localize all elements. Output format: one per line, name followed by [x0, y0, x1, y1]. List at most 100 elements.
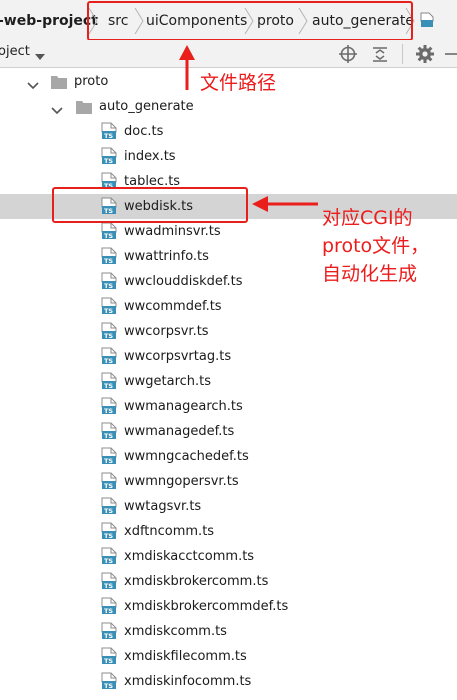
- tree-file-label: wwcorpsvrtag.ts: [124, 349, 232, 364]
- typescript-badge: TS: [104, 307, 113, 315]
- tree-file-item[interactable]: TS wwmanagedef.ts: [0, 419, 457, 444]
- path-annotation-text: 文件路径: [200, 72, 277, 94]
- typescript-file-icon: TS: [101, 222, 117, 240]
- tree-file-label: wwmngcachedef.ts: [124, 449, 249, 464]
- typescript-file-icon: TS: [101, 572, 117, 590]
- tree-file-label: xmdiskinfocomm.ts: [124, 674, 252, 689]
- typescript-file-icon: TS: [101, 347, 117, 365]
- tree-file-item[interactable]: TS xmdiskbrokercommdef.ts: [0, 594, 457, 619]
- file-annotation-line-1: 对应CGI的: [322, 207, 413, 229]
- typescript-file-icon: TS: [101, 447, 117, 465]
- typescript-badge: TS: [104, 632, 113, 640]
- typescript-badge: TS: [104, 557, 113, 565]
- typescript-file-icon: TS: [101, 497, 117, 515]
- tree-file-label: xmdiskbrokercomm.ts: [124, 574, 269, 589]
- tree-file-item[interactable]: TS xmdiskinfocomm.ts: [0, 669, 457, 694]
- tree-file-item[interactable]: TS xdftncomm.ts: [0, 519, 457, 544]
- typescript-badge: TS: [104, 382, 113, 390]
- typescript-file-icon: TS: [101, 597, 117, 615]
- tree-folder-label: proto: [74, 74, 109, 89]
- typescript-badge: TS: [104, 532, 113, 540]
- typescript-badge: TS: [104, 357, 113, 365]
- tree-file-item[interactable]: TS wwtagsvr.ts: [0, 494, 457, 519]
- typescript-badge: TS: [104, 682, 113, 690]
- typescript-badge: TS: [104, 132, 113, 140]
- expanded-arrow-icon[interactable]: [51, 101, 63, 115]
- file-annotation-line-2: proto文件，: [322, 235, 430, 257]
- typescript-file-icon: TS: [101, 147, 117, 165]
- typescript-file-icon: TS: [101, 422, 117, 440]
- typescript-file-icon: TS: [101, 647, 117, 665]
- tree-file-item[interactable]: TS wwmngopersvr.ts: [0, 469, 457, 494]
- tree-file-item[interactable]: TS xmdiskfilecomm.ts: [0, 644, 457, 669]
- typescript-file-icon[interactable]: [420, 12, 434, 28]
- tree-file-label: wwtagsvr.ts: [124, 499, 202, 514]
- tree-file-item[interactable]: TS wwcorpsvrtag.ts: [0, 344, 457, 369]
- tree-file-label: wwmanagedef.ts: [124, 424, 235, 439]
- tree-folder-label: auto_generate: [99, 99, 194, 114]
- folder-icon: [51, 74, 67, 89]
- typescript-file-icon: TS: [101, 297, 117, 315]
- file-annotation-arrow: [252, 196, 318, 212]
- tree-file-label: wwattrinfo.ts: [124, 249, 209, 264]
- typescript-badge: TS: [104, 407, 113, 415]
- selected-file-highlight-box: [52, 187, 248, 223]
- typescript-file-icon: TS: [101, 272, 117, 290]
- tree-file-label: wwmanagearch.ts: [124, 399, 243, 414]
- tree-file-label: wwcommdef.ts: [124, 299, 222, 314]
- project-view-label[interactable]: oject: [0, 44, 30, 59]
- tree-file-item[interactable]: TS xmdiskbrokercomm.ts: [0, 569, 457, 594]
- gear-icon[interactable]: [415, 44, 435, 64]
- breadcrumb-project[interactable]: -web-project: [0, 12, 98, 30]
- tree-file-item[interactable]: TS wwmngcachedef.ts: [0, 444, 457, 469]
- typescript-badge: TS: [104, 582, 113, 590]
- typescript-file-icon: TS: [101, 122, 117, 140]
- typescript-badge: TS: [104, 482, 113, 490]
- typescript-file-icon: TS: [101, 397, 117, 415]
- hide-icon[interactable]: [443, 44, 457, 64]
- tree-file-item[interactable]: TS xmdiskacctcomm.ts: [0, 544, 457, 569]
- toolbar-divider: [402, 44, 403, 64]
- project-toolbar: oject: [0, 40, 457, 68]
- tree-folder-auto-generate[interactable]: auto_generate: [0, 94, 457, 119]
- typescript-badge: TS: [104, 607, 113, 615]
- folder-icon: [76, 99, 92, 114]
- typescript-file-icon: TS: [101, 622, 117, 640]
- tree-file-label: xmdiskbrokercommdef.ts: [124, 599, 289, 614]
- tree-file-label: wwmngopersvr.ts: [124, 474, 239, 489]
- target-icon[interactable]: [338, 44, 358, 64]
- typescript-badge: TS: [104, 157, 113, 165]
- project-tree[interactable]: proto auto_generate TS doc.ts TS index.ts TS…: [0, 68, 457, 700]
- chevron-down-icon[interactable]: [34, 47, 54, 67]
- typescript-badge: TS: [104, 507, 113, 515]
- tree-file-label: wwgetarch.ts: [124, 374, 212, 389]
- tree-file-item[interactable]: TS wwcorpsvr.ts: [0, 319, 457, 344]
- typescript-file-icon: TS: [101, 547, 117, 565]
- tree-file-label: xmdiskcomm.ts: [124, 624, 227, 639]
- tree-file-label: wwcorpsvr.ts: [124, 324, 209, 339]
- expanded-arrow-icon[interactable]: [27, 76, 39, 90]
- tree-file-item[interactable]: TS doc.ts: [0, 119, 457, 144]
- tree-file-label: xmdiskfilecomm.ts: [124, 649, 247, 664]
- tree-file-item[interactable]: TS wwcommdef.ts: [0, 294, 457, 319]
- path-annotation-arrow: [179, 45, 195, 90]
- typescript-badge: TS: [104, 232, 113, 240]
- typescript-file-icon: TS: [101, 247, 117, 265]
- tree-file-item[interactable]: TS xmdiskcomm.ts: [0, 619, 457, 644]
- path-highlight-box: [87, 1, 413, 41]
- file-annotation-line-3: 自动化生成: [322, 263, 418, 285]
- typescript-file-icon: TS: [101, 472, 117, 490]
- typescript-file-icon: TS: [101, 322, 117, 340]
- typescript-badge: TS: [104, 432, 113, 440]
- tree-file-label: wwclouddiskdef.ts: [124, 274, 243, 289]
- tree-file-label: wwadminsvr.ts: [124, 224, 221, 239]
- tree-file-label: index.ts: [124, 149, 176, 164]
- typescript-badge: TS: [104, 282, 113, 290]
- typescript-badge: TS: [104, 332, 113, 340]
- breadcrumb-bar: -web-project src uiComponents proto auto…: [0, 0, 457, 41]
- tree-file-item[interactable]: TS index.ts: [0, 144, 457, 169]
- tree-file-item[interactable]: TS wwmanagearch.ts: [0, 394, 457, 419]
- tree-file-label: xdftncomm.ts: [124, 524, 215, 539]
- collapse-all-icon[interactable]: [370, 44, 390, 64]
- tree-file-item[interactable]: TS wwgetarch.ts: [0, 369, 457, 394]
